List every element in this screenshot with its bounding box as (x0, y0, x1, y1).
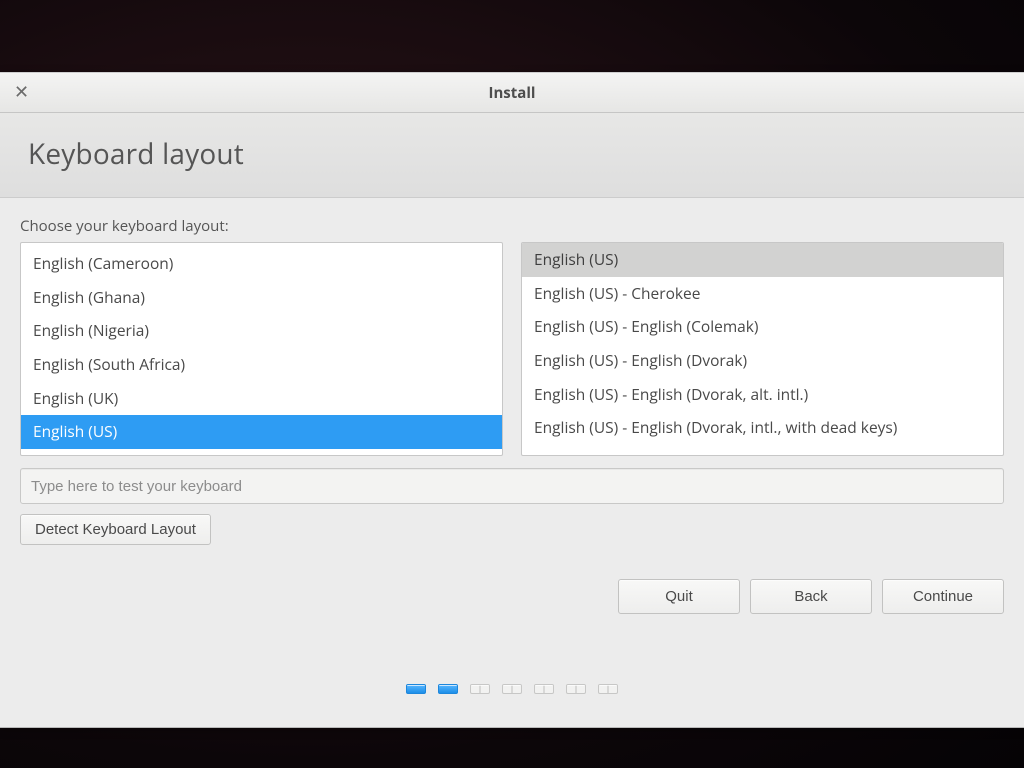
page-body: Choose your keyboard layout: English (Ca… (0, 198, 1024, 727)
list-item[interactable]: English (Ghana) (21, 281, 502, 315)
page-title: Keyboard layout (28, 135, 996, 173)
back-button[interactable]: Back (750, 579, 872, 614)
progress-step (438, 684, 458, 694)
list-item[interactable]: English (Cameroon) (21, 247, 502, 281)
detect-layout-button[interactable]: Detect Keyboard Layout (20, 514, 211, 545)
installer-window: ✕ Install Keyboard layout Choose your ke… (0, 72, 1024, 728)
list-item[interactable]: English (US) - English (Colemak) (522, 310, 1003, 344)
prompt-label: Choose your keyboard layout: (20, 216, 1004, 236)
list-item[interactable]: English (US) - English (Dvorak) (522, 344, 1003, 378)
quit-button[interactable]: Quit (618, 579, 740, 614)
close-icon[interactable]: ✕ (14, 73, 29, 112)
progress-step (470, 684, 490, 694)
titlebar: ✕ Install (0, 73, 1024, 113)
progress-step (534, 684, 554, 694)
layout-language-list[interactable]: English (Cameroon)English (Ghana)English… (20, 242, 503, 456)
progress-step (566, 684, 586, 694)
list-item[interactable]: English (UK) (21, 382, 502, 416)
layout-lists: English (Cameroon)English (Ghana)English… (20, 242, 1004, 456)
continue-button[interactable]: Continue (882, 579, 1004, 614)
list-item[interactable]: English (South Africa) (21, 348, 502, 382)
list-item[interactable]: English (US) - English (Dvorak, alt. int… (522, 378, 1003, 412)
list-item[interactable]: English (Nigeria) (21, 314, 502, 348)
progress-step (598, 684, 618, 694)
test-keyboard-input[interactable] (20, 468, 1004, 504)
list-item[interactable]: English (US) (522, 243, 1003, 277)
progress-step (502, 684, 522, 694)
layout-variant-list[interactable]: English (US)English (US) - CherokeeEngli… (521, 242, 1004, 456)
window-title: Install (488, 83, 535, 103)
progress-step (406, 684, 426, 694)
list-item[interactable]: English (US) - Cherokee (522, 277, 1003, 311)
wizard-progress (20, 684, 1004, 694)
page-header: Keyboard layout (0, 113, 1024, 198)
list-item[interactable]: English (US) (21, 415, 502, 449)
wizard-nav: Quit Back Continue (20, 579, 1004, 614)
list-item[interactable]: English (US) - English (Dvorak, intl., w… (522, 411, 1003, 445)
